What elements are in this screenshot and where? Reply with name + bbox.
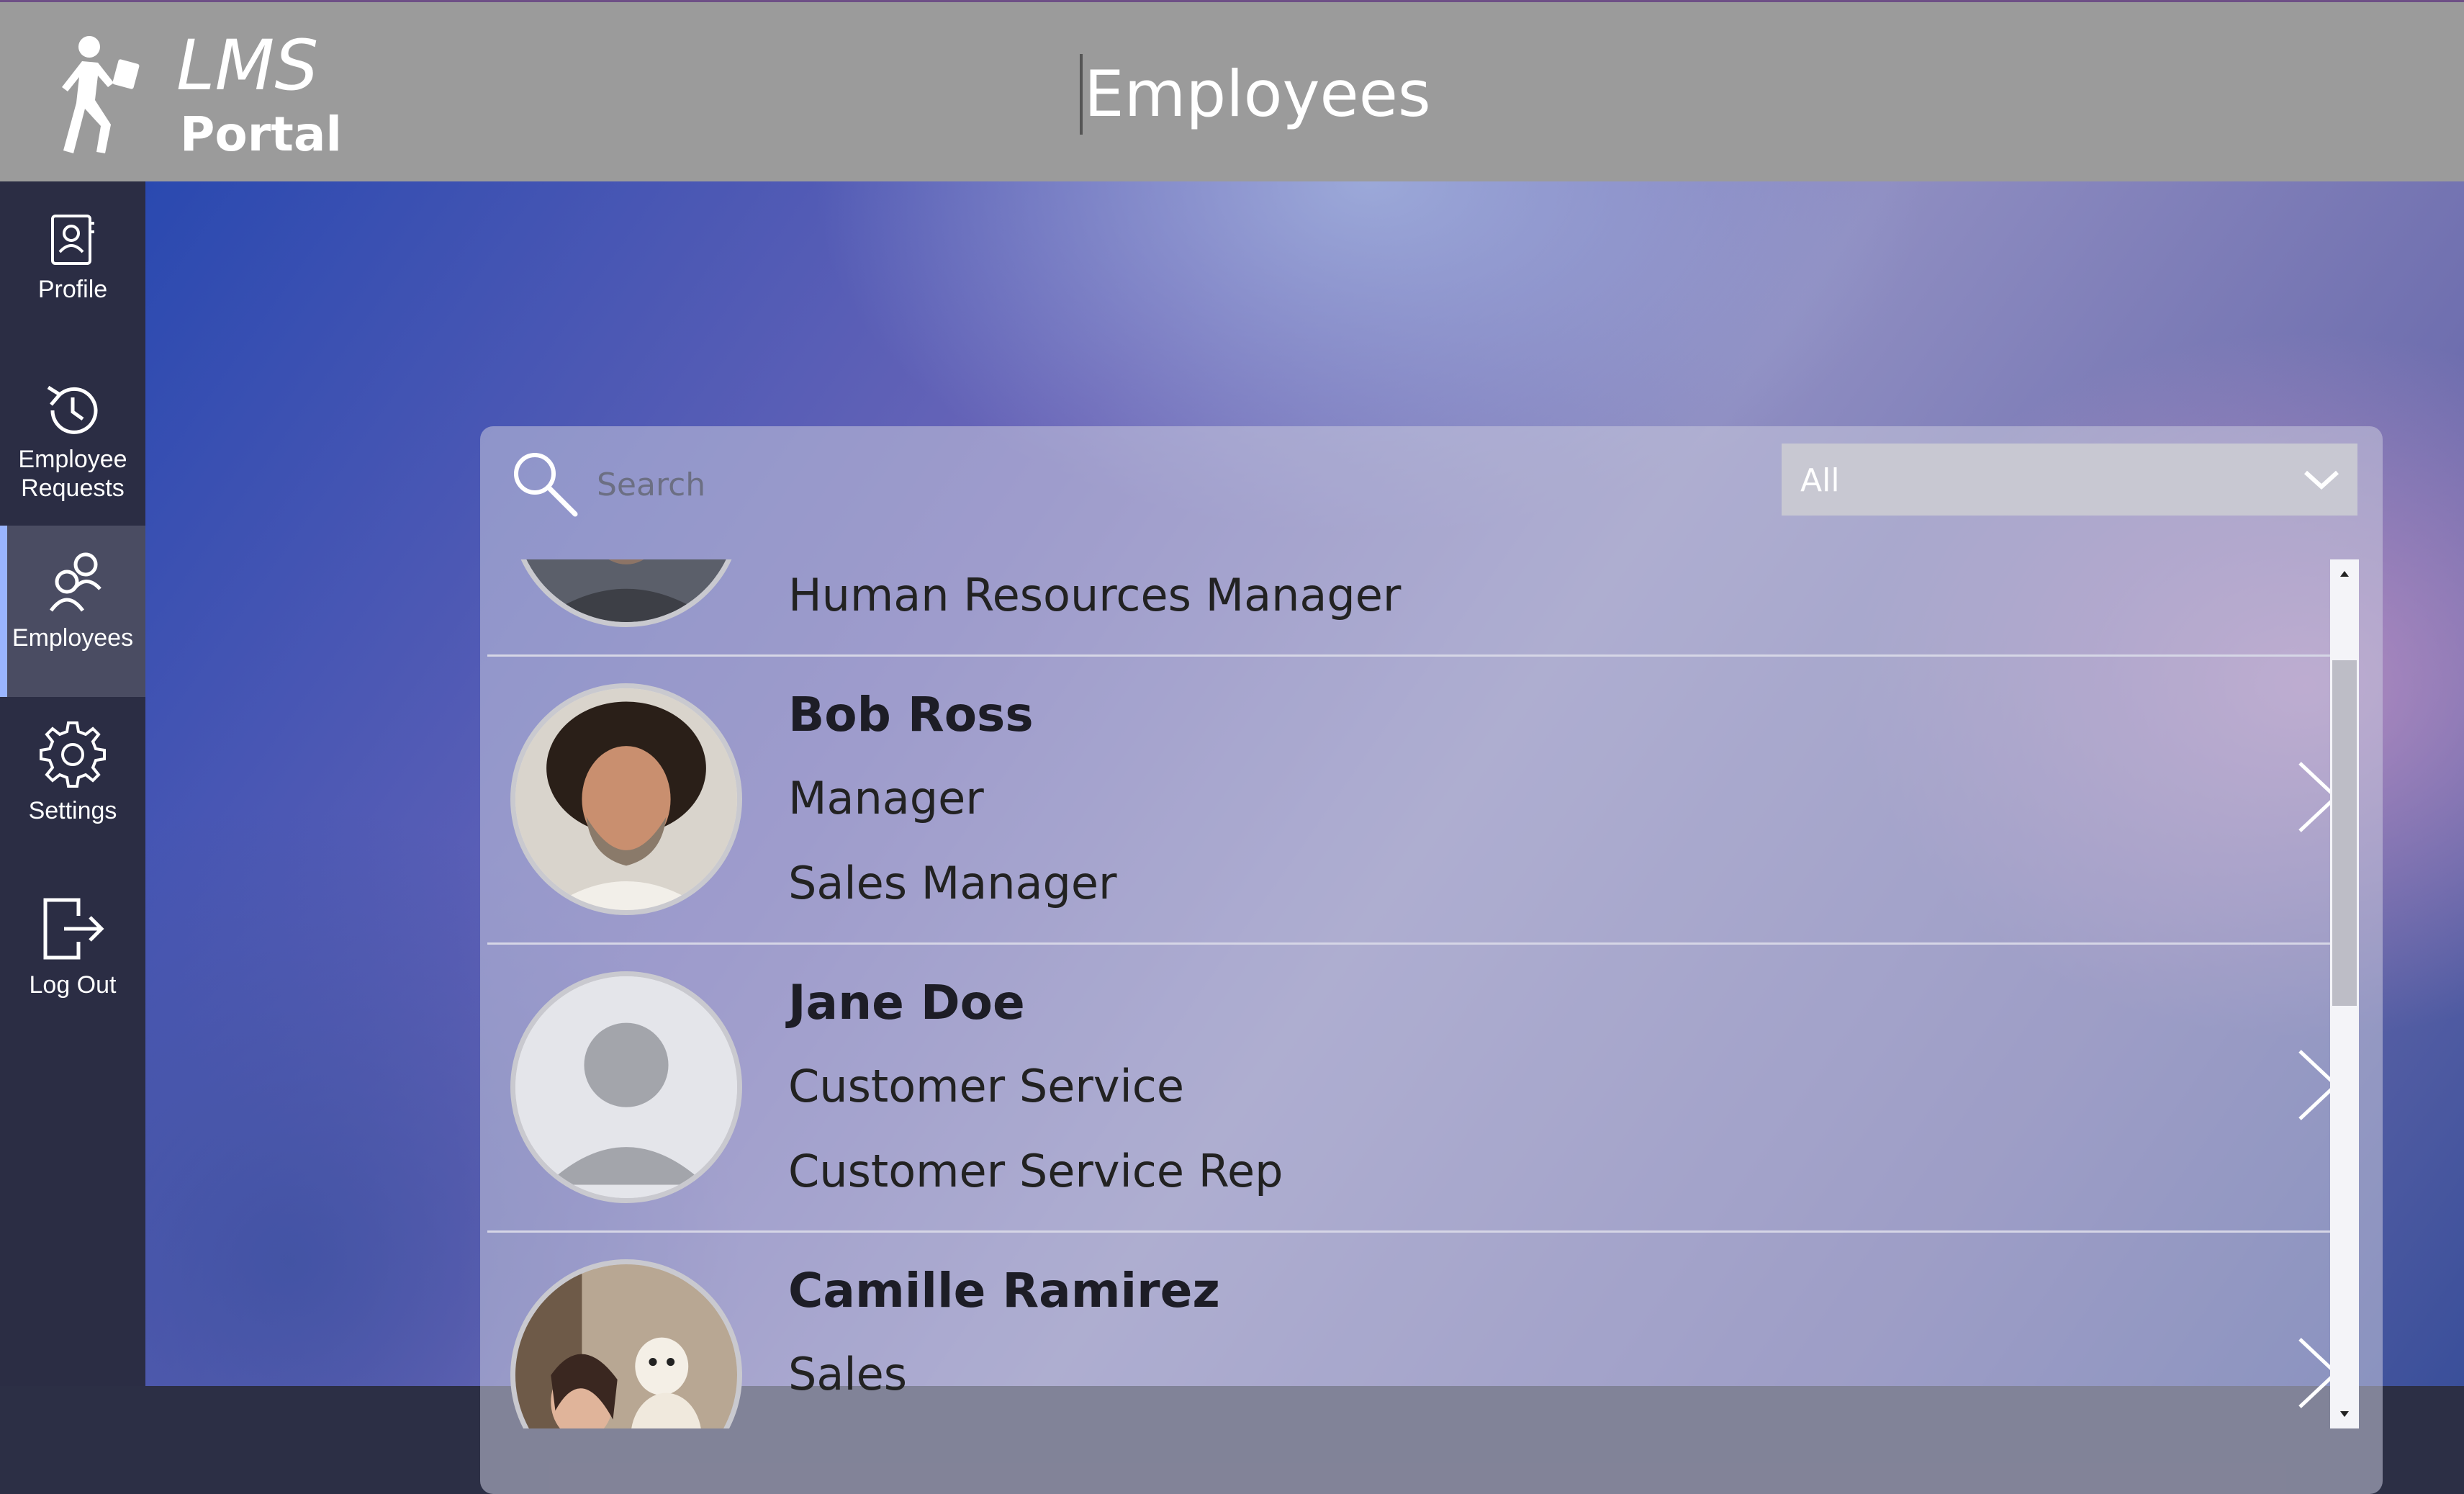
search-input[interactable] bbox=[595, 455, 1534, 514]
scroll-down-arrow-icon[interactable] bbox=[2330, 1400, 2359, 1428]
photo-bob-ross-icon bbox=[515, 688, 737, 910]
page-title: Employees bbox=[1080, 54, 1431, 135]
gear-icon bbox=[40, 721, 106, 788]
employee-list-panel: All Human Resources Manager bbox=[480, 426, 2383, 1494]
sidebar-item-profile[interactable]: Profile bbox=[0, 210, 145, 333]
employee-avatar bbox=[510, 683, 742, 915]
chevron-right-icon[interactable] bbox=[2293, 757, 2330, 837]
main-content: All Human Resources Manager bbox=[145, 181, 2464, 1494]
chevron-down-icon bbox=[2303, 470, 2339, 490]
employee-list: Human Resources Manager Bob Ross Manager… bbox=[487, 559, 2330, 1428]
employee-avatar bbox=[510, 971, 742, 1203]
sidebar-nav: Profile Employee Requests Employees Sett… bbox=[0, 181, 145, 1386]
sidebar-item-label: Employee Requests bbox=[18, 446, 127, 502]
sidebar-item-employees[interactable]: Employees bbox=[0, 526, 145, 697]
search-icon bbox=[514, 453, 578, 517]
profile-icon bbox=[51, 215, 94, 265]
employee-title: Customer Service Rep bbox=[788, 1145, 1283, 1197]
sidebar-item-employee-requests[interactable]: Employee Requests bbox=[0, 376, 145, 520]
scrollbar-thumb[interactable] bbox=[2332, 660, 2357, 1006]
employee-name: Jane Doe bbox=[788, 975, 1025, 1030]
logo-lms-text: LMS bbox=[176, 25, 319, 106]
employee-avatar bbox=[510, 559, 742, 627]
employee-name: Bob Ross bbox=[788, 687, 1034, 742]
logout-icon bbox=[43, 898, 104, 960]
history-icon bbox=[47, 385, 98, 434]
chevron-right-icon[interactable] bbox=[2293, 1045, 2330, 1125]
logo-portal-text: Portal bbox=[180, 107, 342, 162]
walking-person-icon bbox=[62, 36, 140, 153]
list-item[interactable]: Jane Doe Customer Service Customer Servi… bbox=[487, 945, 2330, 1233]
sidebar-item-label: Settings bbox=[28, 797, 117, 824]
sidebar-item-label: Employees bbox=[12, 624, 134, 652]
employee-avatar bbox=[510, 1259, 742, 1428]
sidebar-item-logout[interactable]: Log Out bbox=[0, 894, 145, 1031]
app-header: LMS Portal Employees bbox=[0, 0, 2464, 181]
list-item[interactable]: Bob Ross Manager Sales Manager bbox=[487, 657, 2330, 945]
employee-department: Sales bbox=[788, 1348, 908, 1400]
list-scrollbar[interactable] bbox=[2330, 559, 2359, 1428]
chevron-right-icon[interactable] bbox=[2293, 1333, 2330, 1413]
employee-title: Sales Manager bbox=[788, 857, 1117, 909]
employee-department: Manager bbox=[788, 772, 984, 824]
sidebar-item-settings[interactable]: Settings bbox=[0, 720, 145, 857]
employee-title: Human Resources Manager bbox=[788, 569, 1402, 621]
list-item[interactable]: Camille Ramirez Sales bbox=[487, 1233, 2330, 1428]
filter-dropdown[interactable]: All bbox=[1782, 444, 2357, 516]
employee-department: Customer Service bbox=[788, 1060, 1185, 1112]
person-placeholder-icon bbox=[515, 976, 737, 1198]
app-logo: LMS Portal bbox=[43, 24, 342, 168]
photo-woman-dog-icon bbox=[515, 1264, 737, 1428]
scroll-up-arrow-icon[interactable] bbox=[2330, 559, 2359, 588]
people-icon bbox=[49, 552, 101, 612]
filter-selected-value: All bbox=[1800, 462, 1840, 499]
sidebar-item-label: Profile bbox=[37, 276, 108, 303]
employee-name: Camille Ramirez bbox=[788, 1263, 1220, 1318]
sidebar-item-label: Log Out bbox=[29, 971, 117, 999]
list-item[interactable]: Human Resources Manager bbox=[487, 559, 2330, 657]
photo-man-dark-icon bbox=[515, 559, 737, 622]
